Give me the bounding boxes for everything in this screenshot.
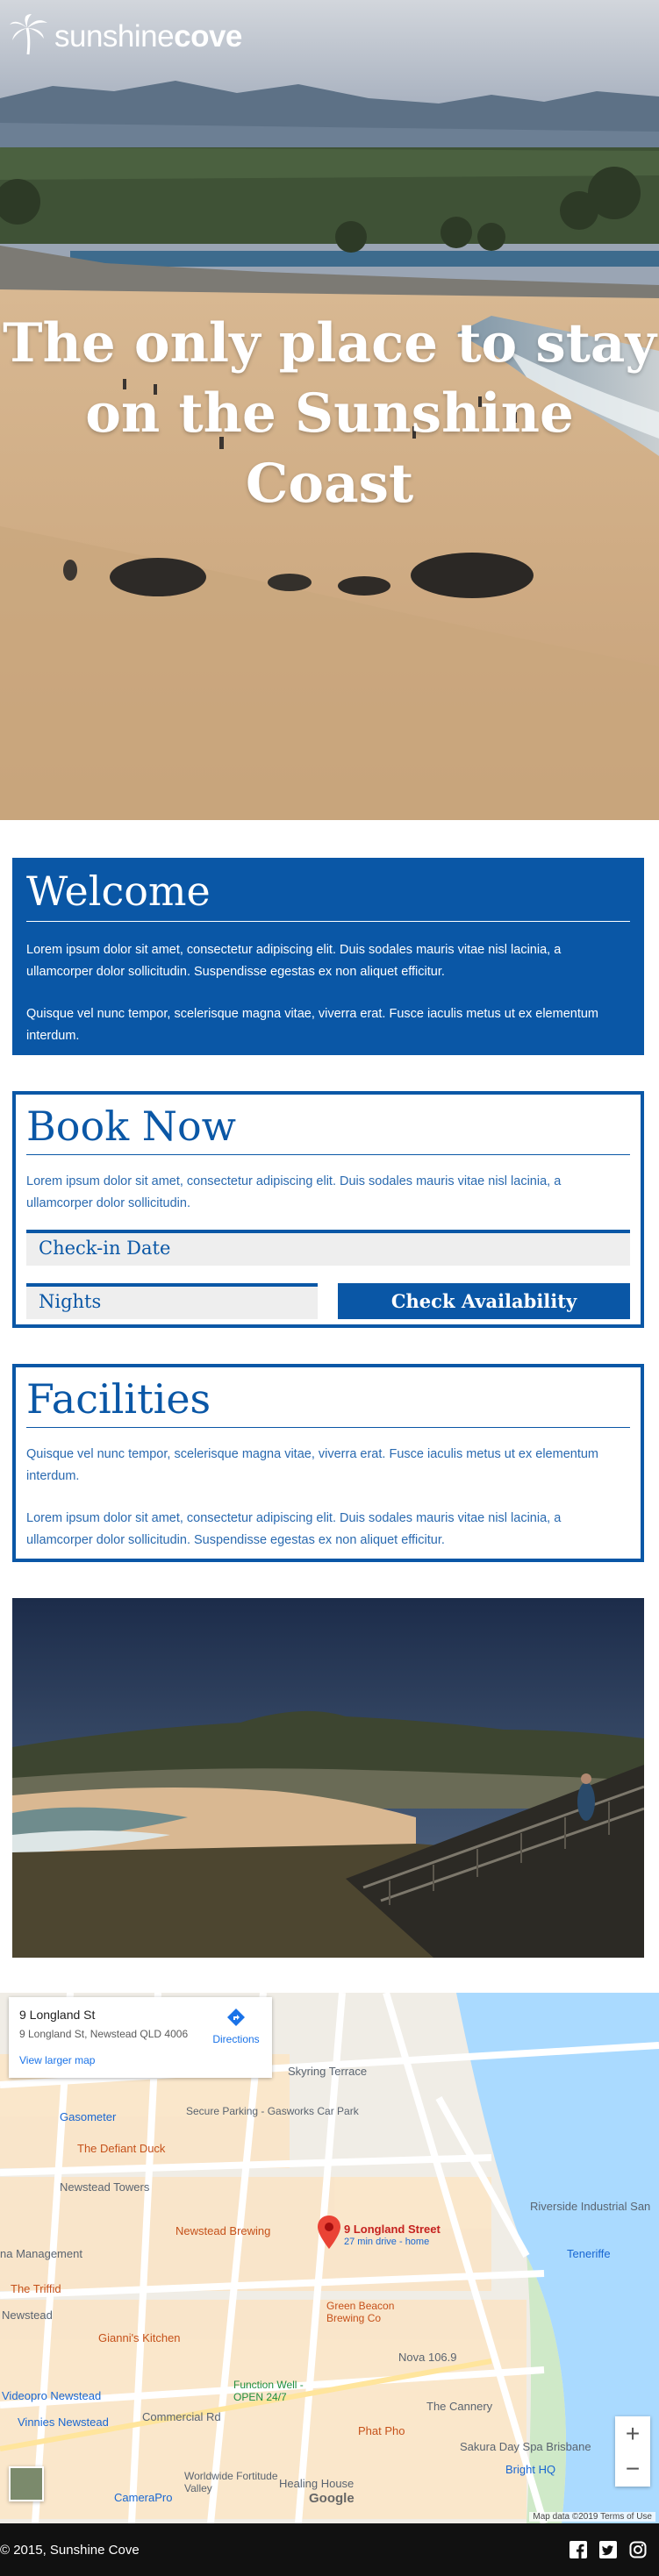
map-attribution: Map data ©2019 Terms of Use: [529, 2512, 655, 2522]
facilities-paragraph-1: Quisque vel nunc tempor, scelerisque mag…: [26, 1447, 598, 1483]
brand-name: sunshinecove: [54, 19, 242, 54]
map-label-cannery: The Cannery: [426, 2400, 493, 2413]
map-label-newstead: Newstead: [2, 2308, 53, 2322]
map-label-giannis: Gianni's Kitchen: [98, 2331, 181, 2344]
check-availability-button[interactable]: Check Availability: [338, 1283, 630, 1319]
welcome-paragraph-1: Lorem ipsum dolor sit amet, consectetur …: [26, 943, 562, 979]
map-label-triffid: The Triffid: [11, 2282, 61, 2295]
nights-input[interactable]: Nights: [26, 1283, 318, 1319]
twitter-icon[interactable]: [599, 2541, 617, 2558]
view-larger-map-link[interactable]: View larger map: [19, 2054, 261, 2066]
instagram-icon[interactable]: [629, 2541, 647, 2558]
brand-suffix: cove: [174, 18, 242, 54]
map-label-gasometer: Gasometer: [60, 2110, 117, 2123]
map-label-nova: Nova 106.9: [398, 2351, 457, 2364]
map-zoom-control: + −: [615, 2416, 650, 2487]
map-pin-sublabel: 27 min drive - home: [344, 2237, 430, 2247]
facilities-paragraph-2: Lorem ipsum dolor sit amet, consectetur …: [26, 1511, 562, 1547]
map-label-parking: Secure Parking - Gasworks Car Park: [186, 2105, 359, 2117]
welcome-paragraph-2: Quisque vel nunc tempor, scelerisque mag…: [26, 1007, 598, 1043]
facilities-section: Facilities Quisque vel nunc tempor, scel…: [12, 1364, 644, 1562]
map-label-worldwide: Worldwide Fortitude Valley: [184, 2470, 278, 2494]
map-label-camerapro: CameraPro: [114, 2491, 173, 2504]
map-label-videopro: Videopro Newstead: [2, 2389, 102, 2402]
directions-label: Directions: [212, 2033, 260, 2045]
map-label-teneriffe: Teneriffe: [567, 2247, 611, 2260]
map-label-management: na Management: [0, 2247, 82, 2260]
map-label-towers: Newstead Towers: [60, 2180, 150, 2194]
map-label-bright-hq: Bright HQ: [505, 2463, 556, 2476]
map-label-vinnies: Vinnies Newstead: [18, 2415, 109, 2429]
map-label-sakura: Sakura Day Spa Brisbane: [460, 2440, 591, 2453]
map-label-riverside: Riverside Industrial San: [530, 2200, 651, 2213]
map-label-phat-pho: Phat Pho: [358, 2424, 405, 2437]
social-links: [569, 2541, 647, 2558]
hero: sunshinecove The only place to stay on t…: [0, 0, 659, 820]
book-now-title: Book Now: [26, 1100, 630, 1155]
palm-tree-icon: [9, 12, 51, 61]
booking-row: Nights Check Availability: [26, 1283, 630, 1319]
google-logo: Google: [309, 2491, 355, 2506]
map-label-defiant-duck: The Defiant Duck: [77, 2142, 166, 2155]
facebook-icon[interactable]: [569, 2541, 587, 2558]
page: sunshinecove The only place to stay on t…: [0, 0, 659, 2576]
zoom-out-button[interactable]: −: [615, 2451, 650, 2487]
facilities-title: Facilities: [26, 1373, 630, 1428]
map-label-function-well: Function Well - OPEN 24/7: [233, 2379, 304, 2403]
book-now-section: Book Now Lorem ipsum dolor sit amet, con…: [12, 1091, 644, 1328]
map-place-card: 9 Longland St 9 Longland St, Newstead QL…: [9, 1997, 272, 2078]
map-label-green-beacon: Green Beacon Brewing Co: [326, 2300, 395, 2324]
directions-icon: [226, 2008, 246, 2030]
site-footer: © 2015, Sunshine Cove: [0, 2523, 659, 2576]
map-label-brewing: Newstead Brewing: [175, 2224, 271, 2237]
map-pin-label: 9 Longland Street: [344, 2223, 441, 2236]
book-now-text: Lorem ipsum dolor sit amet, consectetur …: [26, 1174, 562, 1210]
map-label-healing-house: Healing House: [279, 2477, 355, 2490]
brand-logo[interactable]: sunshinecove: [9, 12, 242, 61]
map-satellite-toggle[interactable]: [9, 2466, 44, 2501]
brand-prefix: sunshine: [54, 18, 175, 54]
checkin-date-input[interactable]: Check-in Date: [26, 1230, 630, 1266]
welcome-section: Welcome Lorem ipsum dolor sit amet, cons…: [12, 858, 644, 1055]
footer-copyright: © 2015, Sunshine Cove: [0, 2542, 140, 2558]
beach-stairs-photo: [12, 1598, 644, 1958]
map-label-street: Skyring Terrace: [288, 2065, 368, 2078]
directions-button[interactable]: Directions: [211, 2008, 261, 2045]
map-label-commercial-rd: Commercial Rd: [142, 2410, 221, 2423]
zoom-in-button[interactable]: +: [615, 2416, 650, 2451]
map-pin-icon[interactable]: [318, 2216, 340, 2253]
location-map[interactable]: Skyring Terrace Gasometer Secure Parking…: [0, 1993, 659, 2523]
welcome-title: Welcome: [26, 865, 630, 922]
hero-headline: The only place to stay on the Sunshine C…: [3, 312, 656, 515]
